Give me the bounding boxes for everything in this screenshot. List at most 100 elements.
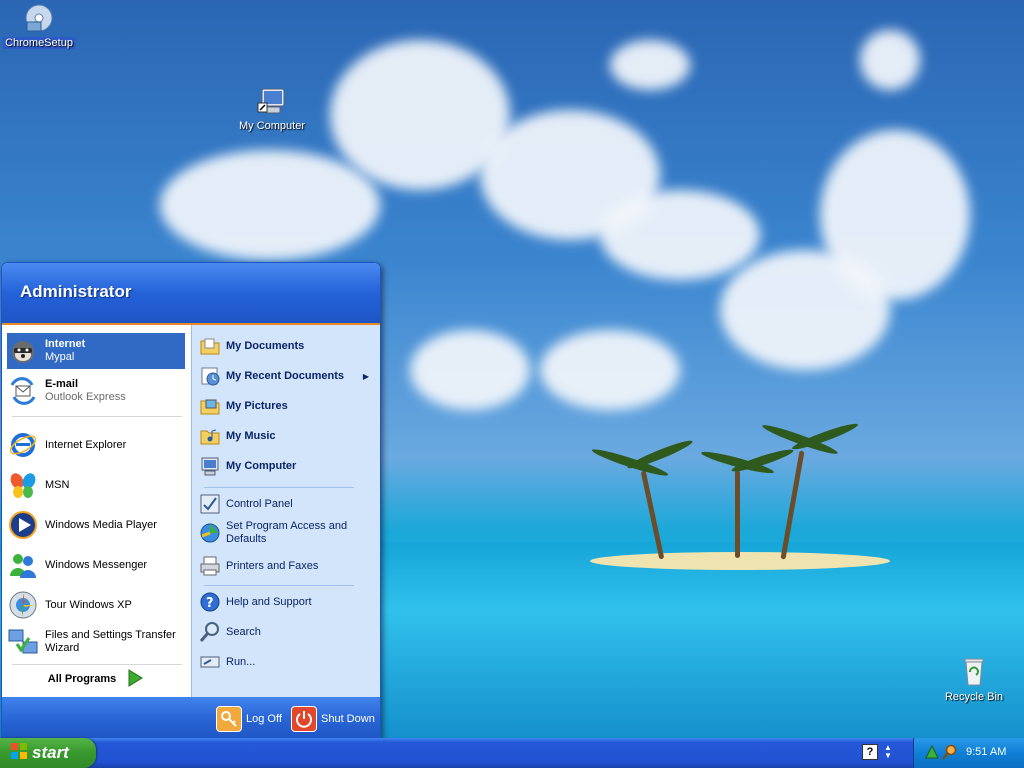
help-question-icon[interactable]: ? [862,744,878,760]
shut-down-label: Shut Down [321,713,375,725]
desktop-icon-label: My Computer [238,120,306,132]
cloud [720,250,890,370]
place-label: Search [226,626,261,638]
place-label: My Computer [226,460,297,472]
cloud [160,150,380,260]
place-label: My Pictures [226,400,288,412]
control-panel-icon [199,493,221,515]
desktop-icon-recycle-bin[interactable]: Recycle Bin [931,656,1017,703]
shut-down-button[interactable]: Shut Down [291,706,375,732]
internet-explorer-icon [7,429,39,461]
pinned-internet[interactable]: Internet Mypal [7,333,185,369]
place-my-computer[interactable]: My Computer [199,453,377,479]
recent-item-label: Windows Media Player [45,518,157,531]
start-menu-right-pane: My Documents My Recent Documents ▶ My Pi… [191,325,380,697]
place-my-pictures[interactable]: My Pictures [199,393,377,419]
place-label: My Documents [226,340,305,352]
recent-tour-windows-xp[interactable]: Tour Windows XP [7,587,185,623]
quick-help-area: ? ▲ ▼ [862,744,892,760]
place-control-panel[interactable]: Control Panel [199,491,377,517]
raccoon-browser-icon [7,335,39,367]
recent-internet-explorer[interactable]: Internet Explorer [7,427,185,463]
right-separator [204,487,354,488]
computer-icon [199,455,221,477]
svg-text:?: ? [206,596,214,611]
pinned-email-sub: Outlook Express [45,391,126,403]
cloud [540,330,680,410]
folder-pictures-icon [199,395,221,417]
recent-documents-icon [199,365,221,387]
recent-item-label: Files and Settings Transfer Wizard [45,629,176,654]
left-separator [12,416,182,417]
desktop-icon-label: ChromeSetup [3,37,75,49]
green-arrow-icon [126,668,144,691]
user-name: Administrator [20,282,132,301]
desktop-icon-label: Recycle Bin [944,691,1004,703]
island [590,552,890,570]
pinned-email[interactable]: E-mail Outlook Express [7,373,185,409]
log-off-label: Log Off [246,713,282,725]
program-access-icon [199,522,221,544]
recent-windows-media-player[interactable]: Windows Media Player [7,507,185,543]
recent-msn[interactable]: MSN [7,467,185,503]
pinned-email-title: E-mail [45,378,79,390]
place-help-support[interactable]: ? Help and Support [199,589,377,615]
desktop-icon-chromesetup[interactable]: ChromeSetup [0,2,82,49]
recent-item-label: Tour Windows XP [45,598,132,611]
pinned-internet-sub: Mypal [45,351,75,363]
place-label: My Music [226,430,276,442]
power-icon [291,706,317,732]
right-separator [204,585,354,586]
start-menu-header: Administrator [2,263,380,325]
recent-item-label: Windows Messenger [45,558,148,571]
all-programs-button[interactable]: All Programs [7,665,185,693]
place-label: Run... [226,656,256,668]
all-programs-label: All Programs [47,673,117,685]
outlook-express-icon [7,375,39,407]
media-player-icon [7,509,39,541]
folder-documents-icon [199,335,221,357]
msn-butterfly-icon [7,469,39,501]
log-off-button[interactable]: Log Off [216,706,282,732]
desktop-icon-my-computer[interactable]: My Computer [229,85,315,132]
computer-icon [256,85,288,117]
place-label: Control Panel [226,498,293,510]
place-label: Help and Support [226,596,312,608]
system-tray: 9:51 AM [913,738,1024,768]
submenu-arrow-icon: ▶ [362,371,369,381]
key-icon [216,706,242,732]
folder-music-icon [199,425,221,447]
clock[interactable]: 9:51 AM [966,746,1006,758]
cloud [860,30,920,90]
cloud [600,190,760,280]
recent-files-settings-transfer[interactable]: Files and Settings Transfer Wizard [7,623,185,661]
messenger-people-icon [7,549,39,581]
place-label: Set Program Access and Defaults [226,520,348,545]
start-menu-left-pane: Internet Mypal E-mail Outlook Express Inte… [2,325,191,697]
place-my-documents[interactable]: My Documents [199,333,377,359]
start-menu-footer: Log Off Shut Down [2,697,380,739]
transfer-wizard-icon [7,626,39,658]
place-run[interactable]: Run... [199,649,377,675]
recent-item-label: Internet Explorer [45,438,127,451]
palm-frond [625,437,695,472]
start-label: start [32,743,69,762]
taskbar: start ? ▲ ▼ 9:51 AM [0,738,1024,768]
tour-globe-icon [7,589,39,621]
cloud [410,330,530,410]
recent-windows-messenger[interactable]: Windows Messenger [7,547,185,583]
setup-disc-icon [23,2,55,34]
place-printers-faxes[interactable]: Printers and Faxes [199,553,377,579]
place-search[interactable]: Search [199,619,377,645]
start-button[interactable]: start [0,738,96,768]
search-tray-icon[interactable] [942,744,958,763]
place-label: My Recent Documents [226,370,344,382]
place-my-music[interactable]: My Music [199,423,377,449]
network-icon[interactable] [924,744,940,763]
place-my-recent-documents[interactable]: My Recent Documents ▶ [199,363,377,389]
start-menu: Administrator Internet Mypal E-mail Outloo… [1,262,381,740]
recycle-bin-icon [958,656,990,688]
search-icon [199,621,221,643]
scroll-arrows-icon[interactable]: ▲ ▼ [884,744,892,760]
place-set-program-access[interactable]: Set Program Access and Defaults [199,515,377,551]
